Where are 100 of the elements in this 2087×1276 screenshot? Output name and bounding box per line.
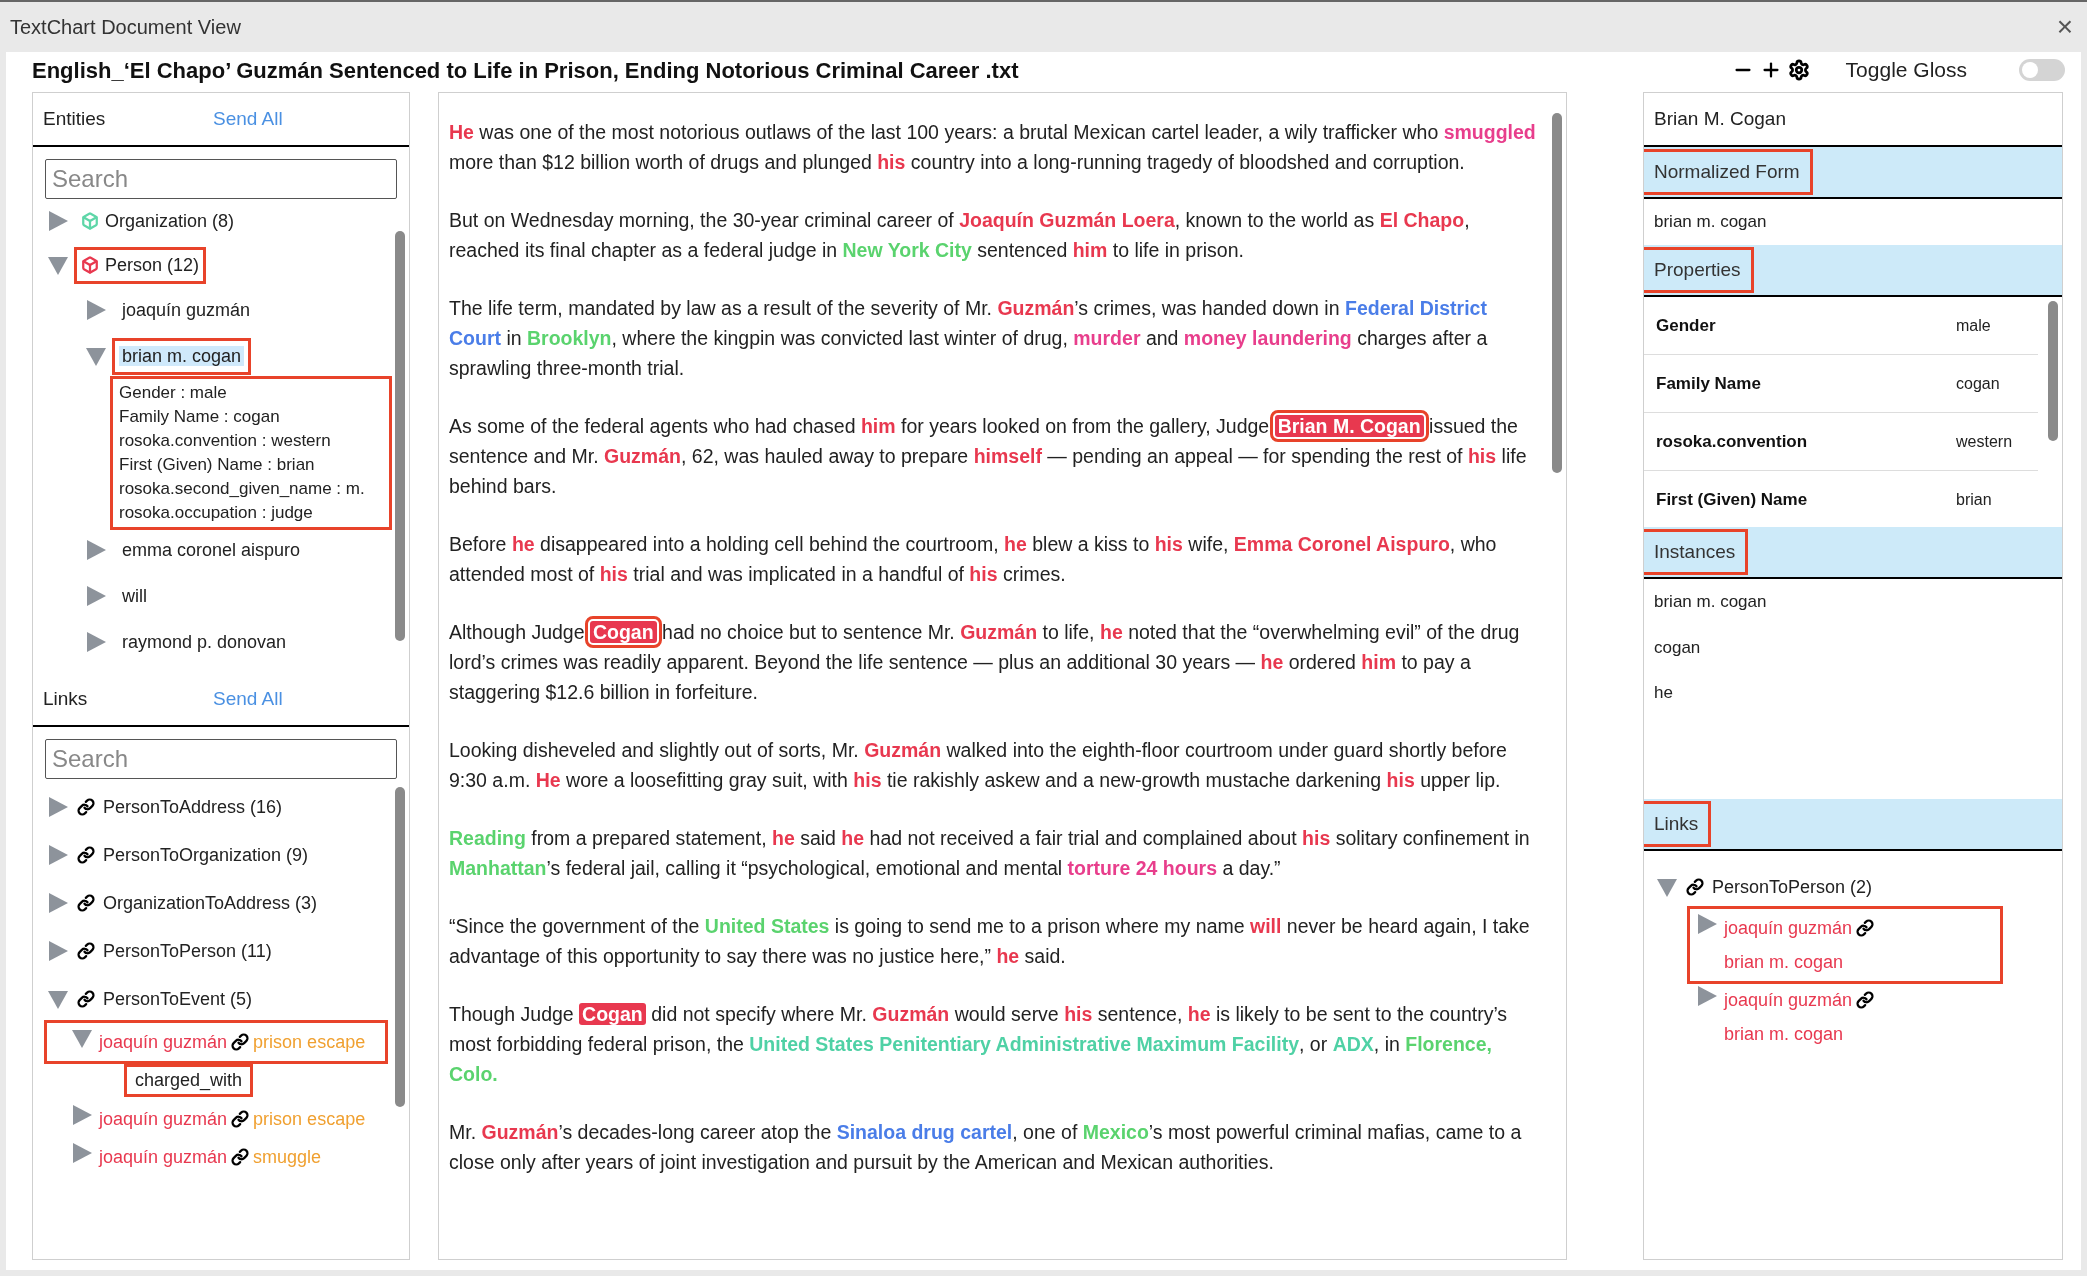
settings-icon[interactable] bbox=[1787, 59, 1810, 81]
article-paragraph: Although Judge Cogan had no choice but to sentence Mr. Guzmán to life, he noted that the “overwhelming evil” of the drug lord’s crimes was readily apparent. Beyond the life sentence — plus an additional 30 years — he ordered him to pay a staggering $12.6 billion in forfeiture. bbox=[449, 620, 1521, 705]
property-name: Family Name bbox=[1656, 372, 1762, 395]
instance-item[interactable]: he bbox=[1654, 680, 2052, 706]
link-target: prison escape bbox=[253, 1031, 366, 1054]
instance-item[interactable]: cogan bbox=[1654, 634, 2052, 660]
property-name: Gender bbox=[1656, 314, 1717, 337]
expand-triangle-icon[interactable] bbox=[1696, 985, 1718, 1007]
article-paragraph: Mr. Guzmán’s decades-long career atop the Sinaloa drug cartel, one of Mexico’s most powerful criminal mafias, came to a close only after years of joint investigation and pursuit by the American and Mexican authorities. bbox=[449, 1120, 1523, 1175]
expand-triangle-icon[interactable] bbox=[1696, 913, 1718, 935]
close-button[interactable]: × bbox=[2052, 13, 2077, 41]
article-paragraph: The life term, mandated by law as a result of the severity of Mr. Guzmán’s crimes, was handed down in Federal District Court in Brooklyn, where the kingpin was convicted last winter of drug, murder and money laundering charges after a sprawling three-month trial. bbox=[449, 296, 1489, 381]
section-title: Links bbox=[43, 686, 89, 711]
document-title: English_‘El Chapo’ Guzmán Sentenced to Life in Prison, Ending Notorious Criminal Career .txt bbox=[32, 56, 1019, 85]
link-type-item[interactable]: OrganizationToAddress (3) bbox=[47, 879, 385, 927]
link-type-item[interactable]: PersonToOrganization (9) bbox=[47, 831, 385, 879]
toggle-switch[interactable] bbox=[2019, 59, 2065, 81]
link-icon bbox=[231, 1110, 250, 1128]
link-target: smuggle bbox=[253, 1146, 322, 1169]
entity-name: Brian M. Cogan bbox=[1654, 106, 1786, 131]
entity-item[interactable]: joaquín guzmán bbox=[115, 294, 258, 326]
link-source: joaquín guzmán bbox=[1724, 917, 1853, 940]
link-item[interactable]: joaquín guzmán smuggle bbox=[47, 1138, 385, 1176]
entity-item[interactable]: raymond p. donovan bbox=[115, 626, 294, 658]
property-line: rosoka.convention : western bbox=[119, 430, 332, 452]
expand-triangle-icon[interactable] bbox=[85, 585, 107, 607]
section-header: Normalized Form bbox=[1644, 151, 1810, 193]
expand-triangle-icon[interactable] bbox=[85, 299, 107, 321]
link-item[interactable]: joaquín guzmán brian m. cogan bbox=[1690, 981, 2000, 1053]
window-title: TextChart Document View bbox=[10, 15, 241, 40]
entity-item[interactable]: emma coronel aispuro bbox=[115, 534, 308, 566]
link-icon bbox=[77, 846, 95, 864]
section-header: Properties bbox=[1644, 249, 1751, 291]
link-target: brian m. cogan bbox=[1724, 951, 1844, 974]
scrollbar[interactable] bbox=[1552, 113, 1562, 473]
section-header: Instances bbox=[1644, 531, 1746, 573]
property-line: rosoka.second_given_name : m. bbox=[119, 478, 366, 500]
expand-triangle-icon[interactable] bbox=[47, 210, 69, 232]
property-line: First (Given) Name : brian bbox=[119, 454, 316, 476]
link-item[interactable]: joaquín guzmán prison escape bbox=[47, 1100, 385, 1138]
link-target: brian m. cogan bbox=[1724, 1023, 1844, 1046]
expand-triangle-icon[interactable] bbox=[71, 1142, 93, 1164]
normalized-value: brian m. cogan bbox=[1654, 211, 1767, 234]
link-type-item[interactable]: PersonToPerson (11) bbox=[47, 927, 385, 975]
collapse-triangle-icon[interactable] bbox=[85, 345, 107, 367]
article-paragraph: He was one of the most notorious outlaws of the last 100 years: a brutal Mexican cartel leader, a wily trafficker who smuggled more than $12 billion worth of drugs and plunged his country into a long-running tragedy of bloodshed and corruption. bbox=[449, 120, 1536, 175]
collapse-triangle-icon[interactable] bbox=[1656, 876, 1678, 898]
expand-triangle-icon[interactable] bbox=[85, 539, 107, 561]
search-field[interactable]: Search bbox=[45, 159, 397, 199]
section-title: Entities bbox=[43, 106, 107, 131]
link-icon bbox=[77, 798, 95, 816]
link-icon bbox=[1686, 878, 1704, 896]
link-icon bbox=[1856, 919, 1875, 937]
property-line: Gender : male bbox=[119, 382, 228, 404]
article-paragraph: As some of the federal agents who had chased him for years looked on from the gallery, Judge Brian M. Cogan issued the sentence and Mr. Guzmán, 62, was hauled away to prepare himself — pending an appeal — for spending the rest of his life behind bars. bbox=[449, 414, 1528, 499]
property-value: cogan bbox=[1956, 373, 2001, 394]
category-item[interactable]: Organization (8) bbox=[77, 205, 239, 237]
link-item[interactable]: joaquín guzmán prison escape bbox=[47, 1023, 385, 1061]
collapse-triangle-icon[interactable] bbox=[47, 254, 69, 276]
link-icon bbox=[77, 942, 95, 960]
search-field[interactable]: Search bbox=[45, 739, 397, 779]
link-source: joaquín guzmán bbox=[1724, 989, 1853, 1012]
expand-triangle-icon[interactable] bbox=[47, 940, 69, 962]
article-paragraph: Though Judge Cogan did not specify where Mr. Guzmán would serve his sentence, he is likely to be sent to the country’s most forbidding federal prison, the United States Penitentiary Administrative Maximum Facility, or ADX, in Florence, Colo. bbox=[449, 1002, 1509, 1087]
property-name: rosoka.convention bbox=[1656, 430, 1809, 453]
property-value: western bbox=[1956, 431, 2014, 452]
scrollbar[interactable] bbox=[395, 787, 405, 1107]
article-paragraph: Reading from a prepared statement, he said he had not received a fair trial and complained about his solitary confinement in Manhattan’s federal jail, calling it “psychological, emotional and mental torture 24 hours a day.” bbox=[449, 826, 1531, 881]
scrollbar[interactable] bbox=[395, 231, 405, 641]
category-item[interactable]: Person (12) bbox=[77, 249, 204, 281]
expand-triangle-icon[interactable] bbox=[47, 892, 69, 914]
link-source: joaquín guzmán bbox=[99, 1108, 228, 1131]
expand-triangle-icon[interactable] bbox=[47, 844, 69, 866]
link-type-item[interactable]: PersonToEvent (5) bbox=[47, 975, 385, 1023]
relation-label: charged_with bbox=[127, 1067, 251, 1094]
collapse-triangle-icon[interactable] bbox=[71, 1027, 93, 1049]
entity-highlight[interactable]: Cogan bbox=[579, 1003, 646, 1025]
property-name: First (Given) Name bbox=[1656, 488, 1809, 511]
link-target: prison escape bbox=[253, 1108, 366, 1131]
link-type-item[interactable]: PersonToAddress (16) bbox=[47, 783, 385, 831]
scrollbar[interactable] bbox=[2048, 301, 2058, 441]
link-source: joaquín guzmán bbox=[99, 1146, 228, 1169]
link-type-item[interactable]: PersonToPerson (2) bbox=[1656, 865, 2050, 909]
link-icon bbox=[77, 894, 95, 912]
instance-item[interactable]: brian m. cogan bbox=[1654, 589, 2052, 615]
expand-triangle-icon[interactable] bbox=[47, 796, 69, 818]
link-icon bbox=[231, 1148, 250, 1166]
expand-triangle-icon[interactable] bbox=[71, 1104, 93, 1126]
toggle-label: Toggle Gloss bbox=[1845, 57, 1967, 84]
link-icon bbox=[231, 1033, 250, 1051]
property-value: brian bbox=[1956, 489, 1993, 510]
expand-triangle-icon[interactable] bbox=[85, 631, 107, 653]
article-paragraph: “Since the government of the United States is going to send me to a prison where my name will never be heard again, I take advantage of this opportunity to say there was no justice here,” he said. bbox=[449, 914, 1531, 969]
property-line: rosoka.occupation : judge bbox=[119, 502, 314, 524]
article-paragraph: But on Wednesday morning, the 30-year criminal career of Joaquín Guzmán Loera, known to the world as El Chapo, reached its final chapter as a federal judge in New York City sentenced him to life in prison. bbox=[449, 208, 1471, 263]
link-icon bbox=[1856, 991, 1875, 1009]
entity-item[interactable]: will bbox=[115, 580, 154, 612]
link-source: joaquín guzmán bbox=[99, 1031, 228, 1054]
article-paragraph: Before he disappeared into a holding cell behind the courtroom, he blew a kiss to his wife, Emma Coronel Aispuro, who attended most of his trial and was implicated in a handful of his crimes. bbox=[449, 532, 1498, 587]
collapse-triangle-icon[interactable] bbox=[47, 988, 69, 1010]
